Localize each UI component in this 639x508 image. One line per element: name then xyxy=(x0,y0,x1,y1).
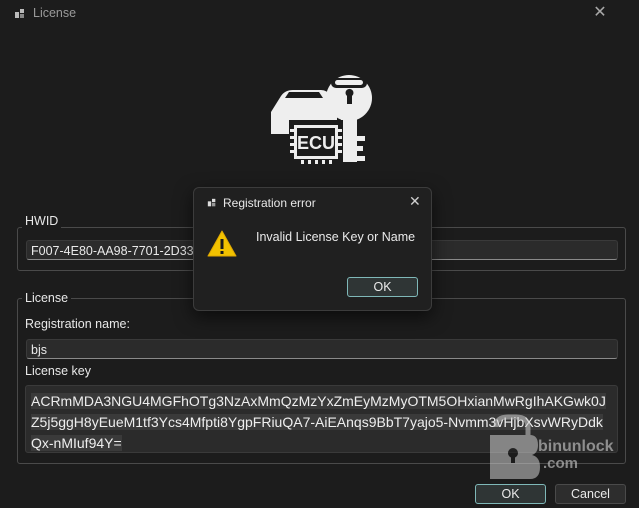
watermark-domain: .com xyxy=(543,455,579,472)
close-icon[interactable]: ✕ xyxy=(591,4,609,22)
license-key-label: License key xyxy=(25,364,92,378)
dialog-title: Registration error xyxy=(223,196,316,210)
watermark-text: binunlock xyxy=(538,438,614,455)
warning-icon xyxy=(207,230,237,257)
dialog-close-icon[interactable]: ✕ xyxy=(409,193,421,210)
hwid-group-label: HWID xyxy=(22,214,62,228)
cancel-button[interactable]: Cancel xyxy=(555,484,626,504)
dialog-app-icon xyxy=(207,198,216,207)
registration-name-input[interactable]: bjs xyxy=(26,339,618,359)
ok-button[interactable]: OK xyxy=(475,484,546,504)
ecu-logo: ECU xyxy=(271,75,372,164)
logo-text: ECU xyxy=(297,133,335,153)
dialog-ok-button[interactable]: OK xyxy=(347,277,418,297)
app-icon xyxy=(15,9,24,18)
window-title: License xyxy=(33,6,77,20)
license-group-label: License xyxy=(22,291,72,305)
registration-error-dialog: Registration error ✕ Invalid License Key… xyxy=(193,187,432,311)
dialog-message: Invalid License Key or Name xyxy=(256,230,416,244)
title-bar: License ✕ xyxy=(0,0,639,28)
registration-name-label: Registration name: xyxy=(25,317,130,331)
